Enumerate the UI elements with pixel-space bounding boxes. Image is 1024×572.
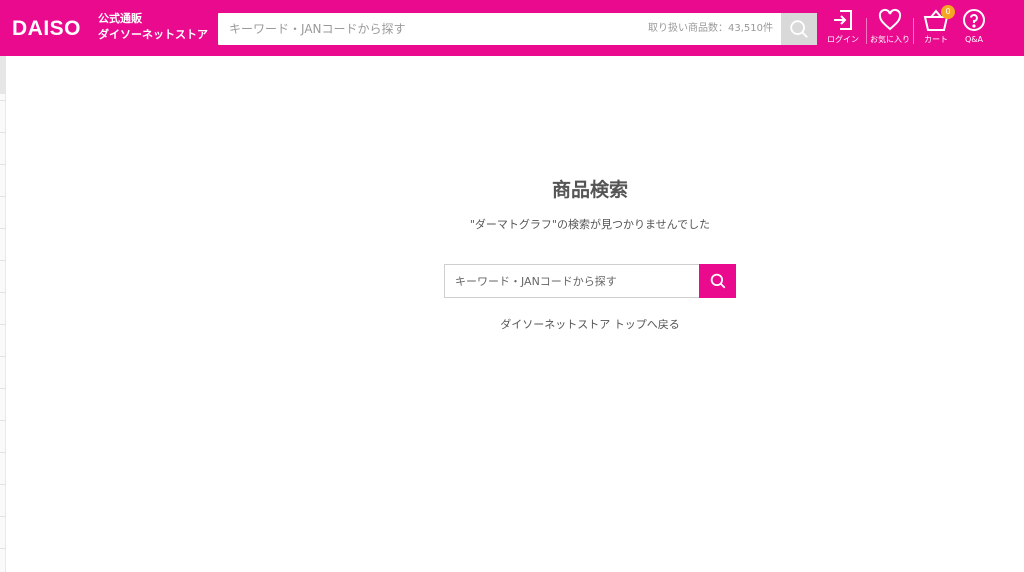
rail-tick: [0, 100, 6, 101]
header-search-input[interactable]: [218, 13, 648, 45]
rail-tick: [0, 228, 6, 229]
login-icon: [834, 10, 852, 30]
product-count: 取り扱い商品数：43,510件: [648, 23, 773, 34]
rail-tick: [0, 516, 6, 517]
rail-tick: [0, 260, 6, 261]
rail-handle[interactable]: [0, 56, 6, 94]
favorites-button[interactable]: お気に入り: [870, 8, 910, 50]
rail-tick: [0, 292, 6, 293]
logo-wordmark: DAISO: [12, 17, 82, 40]
search-icon: [790, 20, 808, 38]
heart-icon: [878, 8, 902, 31]
rail-tick: [0, 196, 6, 197]
question-icon: [963, 9, 985, 31]
daiso-logo[interactable]: DAISO 公式通販 ダイソーネットストア: [12, 10, 208, 46]
rail-tick: [0, 548, 6, 549]
cart-icon-wrap: 0: [916, 5, 956, 32]
cart-label: カート: [924, 35, 948, 44]
main-search-input[interactable]: [444, 264, 700, 298]
login-button[interactable]: ログイン: [823, 8, 863, 50]
cart-button[interactable]: 0 カート: [916, 5, 956, 50]
nav-divider: [913, 18, 914, 44]
site-header: DAISO 公式通販 ダイソーネットストア 取り扱い商品数：43,510件 ログ…: [0, 0, 1024, 56]
main-search-button[interactable]: [699, 264, 736, 298]
cart-count-badge: 0: [941, 5, 955, 19]
main-search: [444, 264, 736, 298]
rail-tick: [0, 484, 6, 485]
rail-tick: [0, 420, 6, 421]
left-scroll-rail: [0, 56, 6, 572]
back-to-top-link[interactable]: ダイソーネットストア トップへ戻る: [440, 317, 740, 333]
rail-tick: [0, 164, 6, 165]
nav-divider: [866, 18, 867, 44]
logo-subtitle: 公式通販 ダイソーネットストア: [98, 11, 213, 43]
login-label: ログイン: [827, 35, 859, 44]
header-search-button[interactable]: [781, 13, 817, 45]
rail-tick: [0, 388, 6, 389]
logo-subtitle-line2: ダイソーネットストア: [98, 28, 208, 41]
rail-tick: [0, 132, 6, 133]
rail-tick: [0, 324, 6, 325]
no-results-message: "ダーマトグラフ"の検索が見つかりませんでした: [469, 218, 711, 231]
page-title: 商品検索: [551, 179, 628, 201]
qa-label: Q&A: [964, 35, 983, 44]
qa-button[interactable]: Q&A: [954, 8, 994, 50]
header-search: 取り扱い商品数：43,510件: [218, 13, 817, 45]
rail-tick: [0, 452, 6, 453]
rail-tick: [0, 356, 6, 357]
search-icon: [710, 273, 725, 289]
logo-subtitle-line1: 公式通販: [98, 12, 142, 25]
favorites-label: お気に入り: [870, 35, 910, 44]
